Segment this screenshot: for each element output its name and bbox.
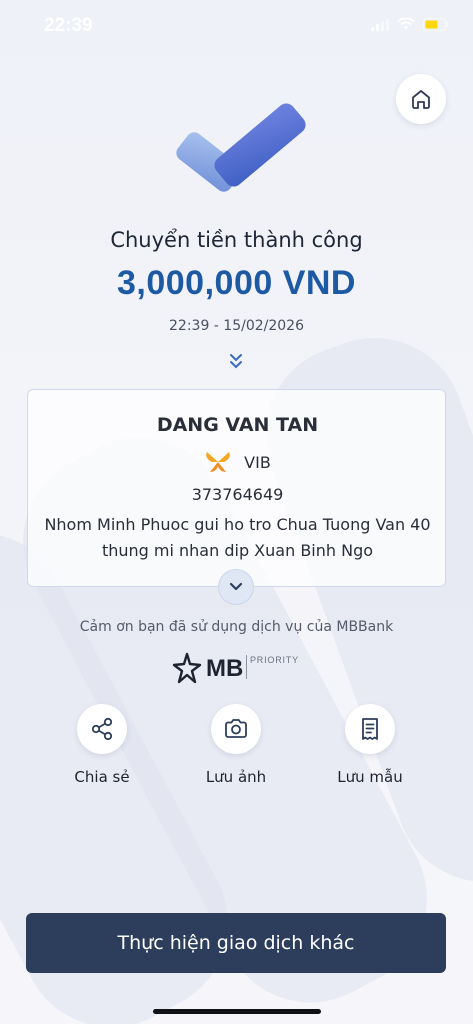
recipient-card: DANG VAN TAN VIB 373764649 Nhom Minh Phu… <box>27 389 446 587</box>
new-transaction-button[interactable]: Thực hiện giao dịch khác <box>26 913 446 973</box>
chevron-down-icon <box>229 582 243 591</box>
save-template-label: Lưu mẫu <box>337 768 403 786</box>
battery-icon <box>423 18 449 31</box>
home-button[interactable] <box>396 74 446 124</box>
signal-icon <box>371 18 389 31</box>
transfer-datetime: 22:39 - 15/02/2026 <box>169 318 304 334</box>
status-bar: 22:39 <box>0 0 473 54</box>
share-button[interactable] <box>77 704 127 754</box>
logo-text: MB <box>206 655 244 682</box>
bank-row: VIB <box>28 450 447 474</box>
home-indicator <box>153 1009 321 1014</box>
result-title: Chuyển tiền thành công <box>110 228 363 252</box>
save-template-button[interactable] <box>345 704 395 754</box>
recipient-name: DANG VAN TAN <box>156 414 319 436</box>
share-icon <box>91 717 113 741</box>
save-image-label: Lưu ảnh <box>205 768 267 786</box>
save-image-button[interactable] <box>211 704 261 754</box>
wifi-icon <box>397 18 415 30</box>
mb-priority-logo: MB PRIORITY <box>172 652 302 688</box>
share-label: Chia sẻ <box>74 768 130 786</box>
transfer-memo: Nhom Minh Phuoc gui ho tro Chua Tuong Va… <box>44 515 431 560</box>
double-chevron-down-icon <box>230 354 242 369</box>
logo-divider <box>246 655 247 679</box>
account-number: 373764649 <box>191 485 284 504</box>
save-image-action[interactable]: Lưu ảnh <box>181 704 291 794</box>
transfer-amount: 3,000,000 VND <box>117 264 356 302</box>
home-icon <box>412 90 430 109</box>
status-icons <box>371 18 449 31</box>
thanks-message: Cảm ơn bạn đã sử dụng dịch vụ của MBBank <box>79 619 394 635</box>
status-time: 22:39 <box>44 15 93 36</box>
save-template-action[interactable]: Lưu mẫu <box>315 704 425 794</box>
logo-tier: PRIORITY <box>250 655 299 665</box>
share-action[interactable]: Chia sẻ <box>47 704 157 794</box>
receipt-icon <box>362 718 378 740</box>
expand-details-button[interactable] <box>218 569 254 605</box>
bank-name: VIB <box>244 452 271 472</box>
checkmark-icon <box>176 103 306 192</box>
camera-icon <box>225 719 247 738</box>
vib-logo-icon <box>206 452 230 472</box>
mb-star-icon <box>172 652 202 684</box>
